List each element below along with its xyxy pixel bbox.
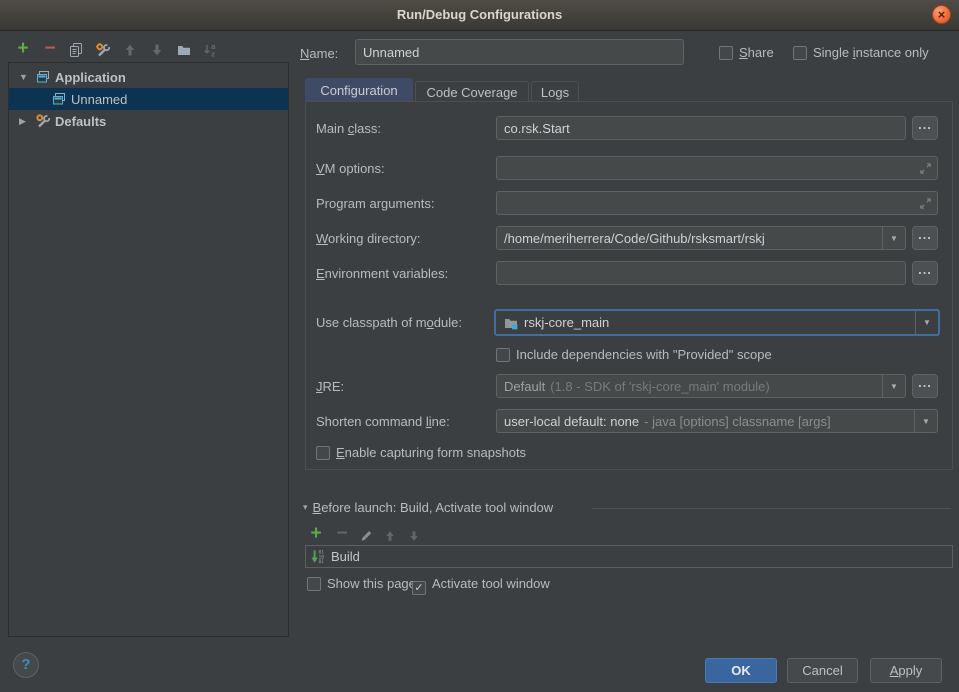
configuration-panel: Main class: co.rsk.Start ... VM options:…: [305, 101, 953, 470]
check-icon: ✓: [414, 582, 423, 594]
program-arguments-label: Program arguments:: [316, 191, 435, 215]
move-up-icon[interactable]: [120, 40, 140, 60]
tab-logs[interactable]: Logs: [531, 81, 579, 102]
before-launch-task-build[interactable]: 01 10 01 Build: [305, 545, 953, 568]
title-bar[interactable]: Run/Debug Configurations ×: [0, 0, 959, 31]
chevron-expanded-icon[interactable]: ▼: [19, 72, 29, 82]
edit-icon[interactable]: [356, 526, 376, 546]
apply-button[interactable]: Apply: [870, 658, 942, 683]
use-classpath-combo[interactable]: rskj-core_main ▼: [494, 309, 940, 336]
build-icon: 01 10 01: [310, 549, 326, 565]
tab-configuration[interactable]: Configuration: [305, 78, 413, 102]
environment-variables-label: Environment variables:: [316, 261, 448, 285]
chevron-collapsed-icon[interactable]: ▶: [19, 116, 29, 127]
chevron-down-icon[interactable]: ▼: [914, 410, 937, 432]
settings-icon: [35, 113, 51, 129]
checkbox-checked[interactable]: ✓: [412, 581, 426, 595]
working-directory-label: Working directory:: [316, 226, 421, 250]
activate-tool-window-checkbox[interactable]: ✓Activate tool window: [412, 576, 550, 595]
expand-field-icon[interactable]: [918, 161, 933, 179]
module-icon: [503, 315, 519, 331]
enable-snapshots-checkbox[interactable]: Enable capturing form snapshots: [316, 445, 526, 460]
vm-options-input[interactable]: [496, 156, 938, 180]
configurations-tree: ▼ Application Unnamed ▶: [8, 62, 289, 637]
ok-button[interactable]: OK: [705, 658, 777, 683]
working-directory-combo[interactable]: /home/meriherrera/Code/Github/rsksmart/r…: [496, 226, 906, 250]
add-icon[interactable]: +: [13, 39, 33, 59]
new-folder-icon[interactable]: [174, 40, 194, 60]
tree-group-defaults[interactable]: ▶ Defaults: [9, 110, 288, 132]
section-collapse-icon[interactable]: ▾: [303, 502, 308, 513]
tree-item-label: Application: [55, 70, 126, 85]
shorten-command-line-combo[interactable]: user-local default: none - java [options…: [496, 409, 938, 433]
checkbox-unchecked[interactable]: [307, 577, 321, 591]
show-this-page-checkbox[interactable]: Show this page: [307, 576, 416, 591]
section-divider: [592, 508, 951, 509]
main-class-browse-button[interactable]: ...: [912, 116, 938, 140]
task-label: Build: [331, 549, 360, 564]
tab-code-coverage[interactable]: Code Coverage: [415, 81, 529, 102]
tree-group-application[interactable]: ▼ Application: [9, 66, 288, 88]
tree-item-unnamed[interactable]: Unnamed: [9, 88, 288, 110]
jre-label: JRE:: [316, 374, 344, 398]
before-launch-header[interactable]: ▾ Before launch: Build, Activate tool wi…: [303, 500, 553, 515]
checkbox-unchecked[interactable]: [316, 446, 330, 460]
application-icon: [51, 91, 67, 107]
dialog-title: Run/Debug Configurations: [397, 7, 562, 22]
tree-item-label: Defaults: [55, 114, 106, 129]
remove-icon[interactable]: −: [40, 39, 60, 59]
name-input[interactable]: Unnamed: [355, 39, 684, 65]
svg-text:01: 01: [319, 559, 325, 565]
program-arguments-input[interactable]: [496, 191, 938, 215]
move-down-icon[interactable]: [147, 40, 167, 60]
edit-defaults-icon[interactable]: [93, 40, 113, 60]
help-icon: ?: [21, 656, 30, 673]
share-checkbox[interactable]: Share: [719, 45, 774, 60]
remove-task-icon[interactable]: −: [332, 524, 352, 544]
jre-browse-button[interactable]: ...: [912, 374, 938, 398]
checkbox-unchecked[interactable]: [719, 46, 733, 60]
main-class-input[interactable]: co.rsk.Start: [496, 116, 906, 140]
svg-text:z: z: [211, 51, 215, 59]
single-instance-checkbox[interactable]: Single instance only: [793, 45, 929, 60]
working-directory-browse-button[interactable]: ...: [912, 226, 938, 250]
move-down-icon[interactable]: [404, 526, 424, 546]
checkbox-unchecked[interactable]: [496, 348, 510, 362]
copy-icon[interactable]: [66, 40, 86, 60]
main-class-label: Main class:: [316, 116, 381, 140]
jre-combo[interactable]: Default (1.8 - SDK of 'rskj-core_main' m…: [496, 374, 906, 398]
run-debug-configurations-dialog: Run/Debug Configurations × + −: [0, 0, 959, 692]
application-icon: [35, 69, 51, 85]
tree-item-label: Unnamed: [71, 92, 127, 107]
use-classpath-label: Use classpath of module:: [316, 310, 462, 334]
chevron-down-icon[interactable]: ▼: [915, 311, 938, 334]
cancel-button[interactable]: Cancel: [787, 658, 858, 683]
add-task-icon[interactable]: +: [306, 524, 326, 544]
close-icon: ×: [938, 7, 946, 22]
shorten-command-line-label: Shorten command line:: [316, 409, 450, 433]
environment-variables-browse-button[interactable]: ...: [912, 261, 938, 285]
sort-alphabetically-icon[interactable]: a z: [200, 40, 220, 60]
name-label: Name:: [300, 46, 338, 61]
move-up-icon[interactable]: [380, 526, 400, 546]
expand-field-icon[interactable]: [918, 196, 933, 214]
vm-options-label: VM options:: [316, 156, 385, 180]
checkbox-unchecked[interactable]: [793, 46, 807, 60]
include-provided-checkbox[interactable]: Include dependencies with "Provided" sco…: [496, 347, 772, 362]
help-button[interactable]: ?: [13, 652, 39, 678]
chevron-down-icon[interactable]: ▼: [882, 227, 905, 249]
environment-variables-input[interactable]: [496, 261, 906, 285]
chevron-down-icon[interactable]: ▼: [882, 375, 905, 397]
close-button[interactable]: ×: [932, 5, 951, 24]
